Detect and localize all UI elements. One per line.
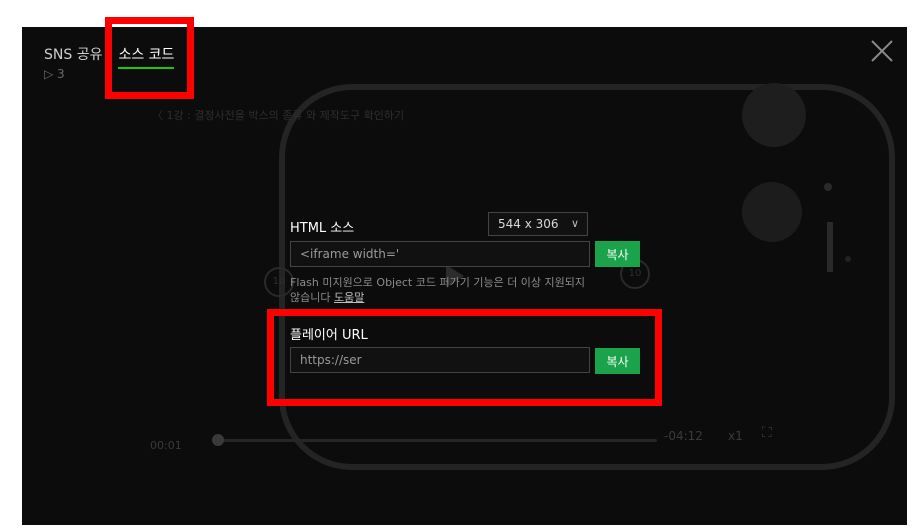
tab-source-code[interactable]: 소스 코드 [118,44,175,69]
chevron-down-icon: ∨ [570,217,579,230]
background-video-title: 〈 1강 : 결정사전을 박스의 종류 와 제작도구 확인하기 [152,109,405,122]
fullscreen-icon: ⛶ [762,425,772,441]
copy-url-button[interactable]: 복사 [595,348,640,374]
share-dialog-overlay: 〈 1강 : 결정사전을 박스의 종류 와 제작도구 확인하기 10 10 00… [22,27,907,525]
player-url-field[interactable]: https://ser [290,347,590,373]
copy-html-button[interactable]: 복사 [595,241,640,267]
player-url-label: 플레이어 URL [290,328,368,343]
seek-bar [217,439,657,442]
embed-size-value: 544 x 306 [498,217,559,231]
html-source-field[interactable]: <iframe width=' [290,241,590,267]
share-tabs: SNS 공유 소스 코드 [44,44,175,69]
help-link[interactable]: 도움말 [334,291,364,304]
embed-size-select[interactable]: 544 x 306 ∨ [488,212,588,236]
flash-notice: Flash 미지원으로 Object 코드 퍼가기 기능은 더 이상 지원되지 … [290,275,590,305]
close-icon [871,40,893,62]
remaining-time: -04:12 [664,429,703,443]
html-source-label: HTML 소스 [290,221,355,236]
view-count: ▷ 3 [44,67,65,81]
tab-sns-share[interactable]: SNS 공유 [44,44,102,69]
current-time: 00:01 [150,439,182,452]
seek-knob [212,434,224,446]
close-button[interactable] [870,39,894,63]
playback-speed: x1 [728,429,743,443]
